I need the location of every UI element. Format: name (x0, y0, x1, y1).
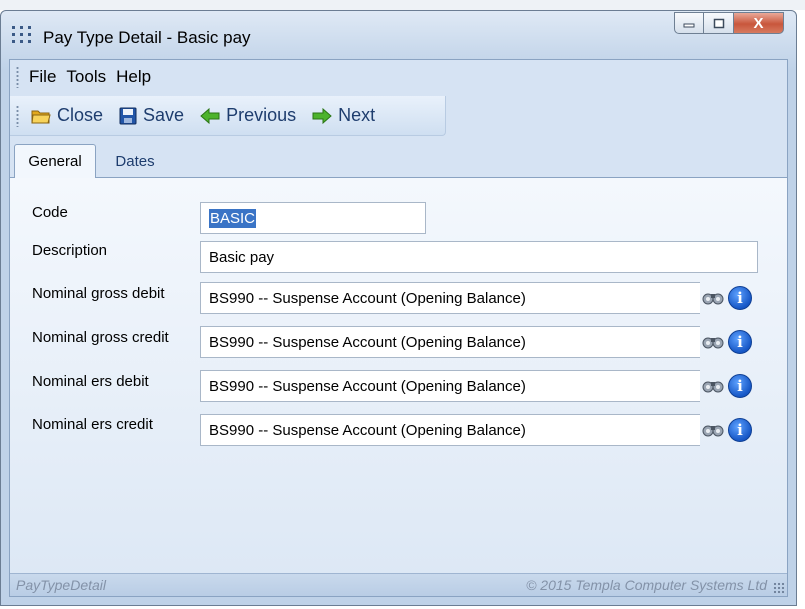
previous-button-label: Previous (226, 105, 297, 125)
save-button[interactable]: Save (115, 105, 188, 126)
arrow-right-icon (312, 107, 332, 124)
nominal-gross-credit-label: Nominal gross credit (32, 329, 169, 346)
window-title: Pay Type Detail - Basic pay (43, 28, 251, 47)
info-icon: i (737, 377, 743, 395)
nominal-gross-debit-field[interactable]: BS990 -- Suspense Account (Opening Balan… (200, 282, 700, 314)
desktop-background (0, 0, 805, 10)
close-icon: X (753, 14, 764, 32)
nominal-ers-debit-field[interactable]: BS990 -- Suspense Account (Opening Balan… (200, 370, 700, 402)
nominal-gross-credit-lookup-button[interactable] (700, 329, 726, 355)
status-bar: PayTypeDetail © 2015 Templa Computer Sys… (10, 573, 787, 596)
nominal-gross-debit-buttons: i (700, 284, 752, 312)
previous-button[interactable]: Previous (196, 105, 300, 126)
description-field[interactable]: Basic pay (200, 241, 758, 273)
nominal-ers-credit-lookup-button[interactable] (700, 417, 726, 443)
nominal-ers-credit-info-button[interactable]: i (728, 418, 752, 442)
app-grid-icon (12, 26, 31, 43)
general-panel: Code BASIC Description Basic pay Nominal… (10, 177, 787, 574)
menu-file[interactable]: File (29, 65, 56, 89)
nominal-gross-debit-label: Nominal gross debit (32, 285, 165, 302)
info-icon: i (737, 289, 743, 307)
nominal-ers-credit-value: BS990 -- Suspense Account (Opening Balan… (209, 421, 526, 439)
description-label: Description (32, 242, 108, 259)
menu-bar: File Tools Help (10, 60, 787, 94)
code-field[interactable]: BASIC (200, 202, 426, 234)
nominal-ers-credit-buttons: i (700, 416, 752, 444)
toolbar: Close Save Previous Next (10, 96, 446, 136)
nominal-gross-credit-value: BS990 -- Suspense Account (Opening Balan… (209, 333, 526, 351)
tab-strip: General Dates (10, 144, 787, 178)
menu-help[interactable]: Help (116, 65, 151, 89)
code-label: Code (32, 204, 68, 221)
maximize-button[interactable] (704, 12, 734, 34)
window-controls: X (674, 12, 784, 34)
resize-grip-icon[interactable] (773, 582, 785, 594)
nominal-ers-debit-lookup-button[interactable] (700, 373, 726, 399)
binoculars-icon (702, 425, 724, 437)
nominal-gross-debit-info-button[interactable]: i (728, 286, 752, 310)
info-icon: i (737, 333, 743, 351)
nominal-gross-credit-field[interactable]: BS990 -- Suspense Account (Opening Balan… (200, 326, 700, 358)
nominal-gross-debit-value: BS990 -- Suspense Account (Opening Balan… (209, 289, 526, 307)
description-value: Basic pay (209, 248, 275, 266)
binoculars-icon (702, 337, 724, 349)
arrow-left-icon (200, 107, 220, 124)
title-bar[interactable]: Pay Type Detail - Basic pay X (1, 11, 796, 59)
menu-grip[interactable] (16, 66, 19, 88)
next-button-label: Next (338, 105, 376, 125)
close-button-label: Close (57, 105, 104, 125)
nominal-ers-debit-info-button[interactable]: i (728, 374, 752, 398)
maximize-icon (713, 18, 724, 28)
nominal-ers-credit-field[interactable]: BS990 -- Suspense Account (Opening Balan… (200, 414, 700, 446)
nominal-ers-debit-buttons: i (700, 372, 752, 400)
status-copyright: © 2015 Templa Computer Systems Ltd (526, 577, 767, 593)
binoculars-icon (702, 381, 724, 393)
close-window-button[interactable]: X (734, 12, 784, 34)
pay-type-detail-window: Pay Type Detail - Basic pay X File Tools… (0, 10, 797, 606)
minimize-icon (683, 23, 695, 28)
next-button[interactable]: Next (308, 105, 379, 126)
tab-dates[interactable]: Dates (104, 144, 166, 178)
nominal-gross-debit-lookup-button[interactable] (700, 285, 726, 311)
nominal-gross-credit-info-button[interactable]: i (728, 330, 752, 354)
info-icon: i (737, 421, 743, 439)
toolbar-grip[interactable] (16, 104, 19, 127)
floppy-disk-icon (119, 107, 137, 124)
close-button[interactable]: Close (27, 105, 107, 126)
binoculars-icon (702, 293, 724, 305)
save-button-label: Save (143, 105, 185, 125)
folder-icon (31, 110, 51, 123)
code-value: BASIC (209, 208, 257, 228)
nominal-gross-credit-buttons: i (700, 328, 752, 356)
minimize-button[interactable] (674, 12, 704, 34)
nominal-ers-debit-label: Nominal ers debit (32, 373, 149, 390)
tab-general[interactable]: General (14, 144, 96, 178)
window-client: File Tools Help Close Save Previous Next… (9, 59, 788, 597)
status-form-name: PayTypeDetail (16, 577, 107, 593)
nominal-ers-debit-value: BS990 -- Suspense Account (Opening Balan… (209, 377, 526, 395)
menu-tools[interactable]: Tools (66, 65, 106, 89)
nominal-ers-credit-label: Nominal ers credit (32, 416, 153, 433)
